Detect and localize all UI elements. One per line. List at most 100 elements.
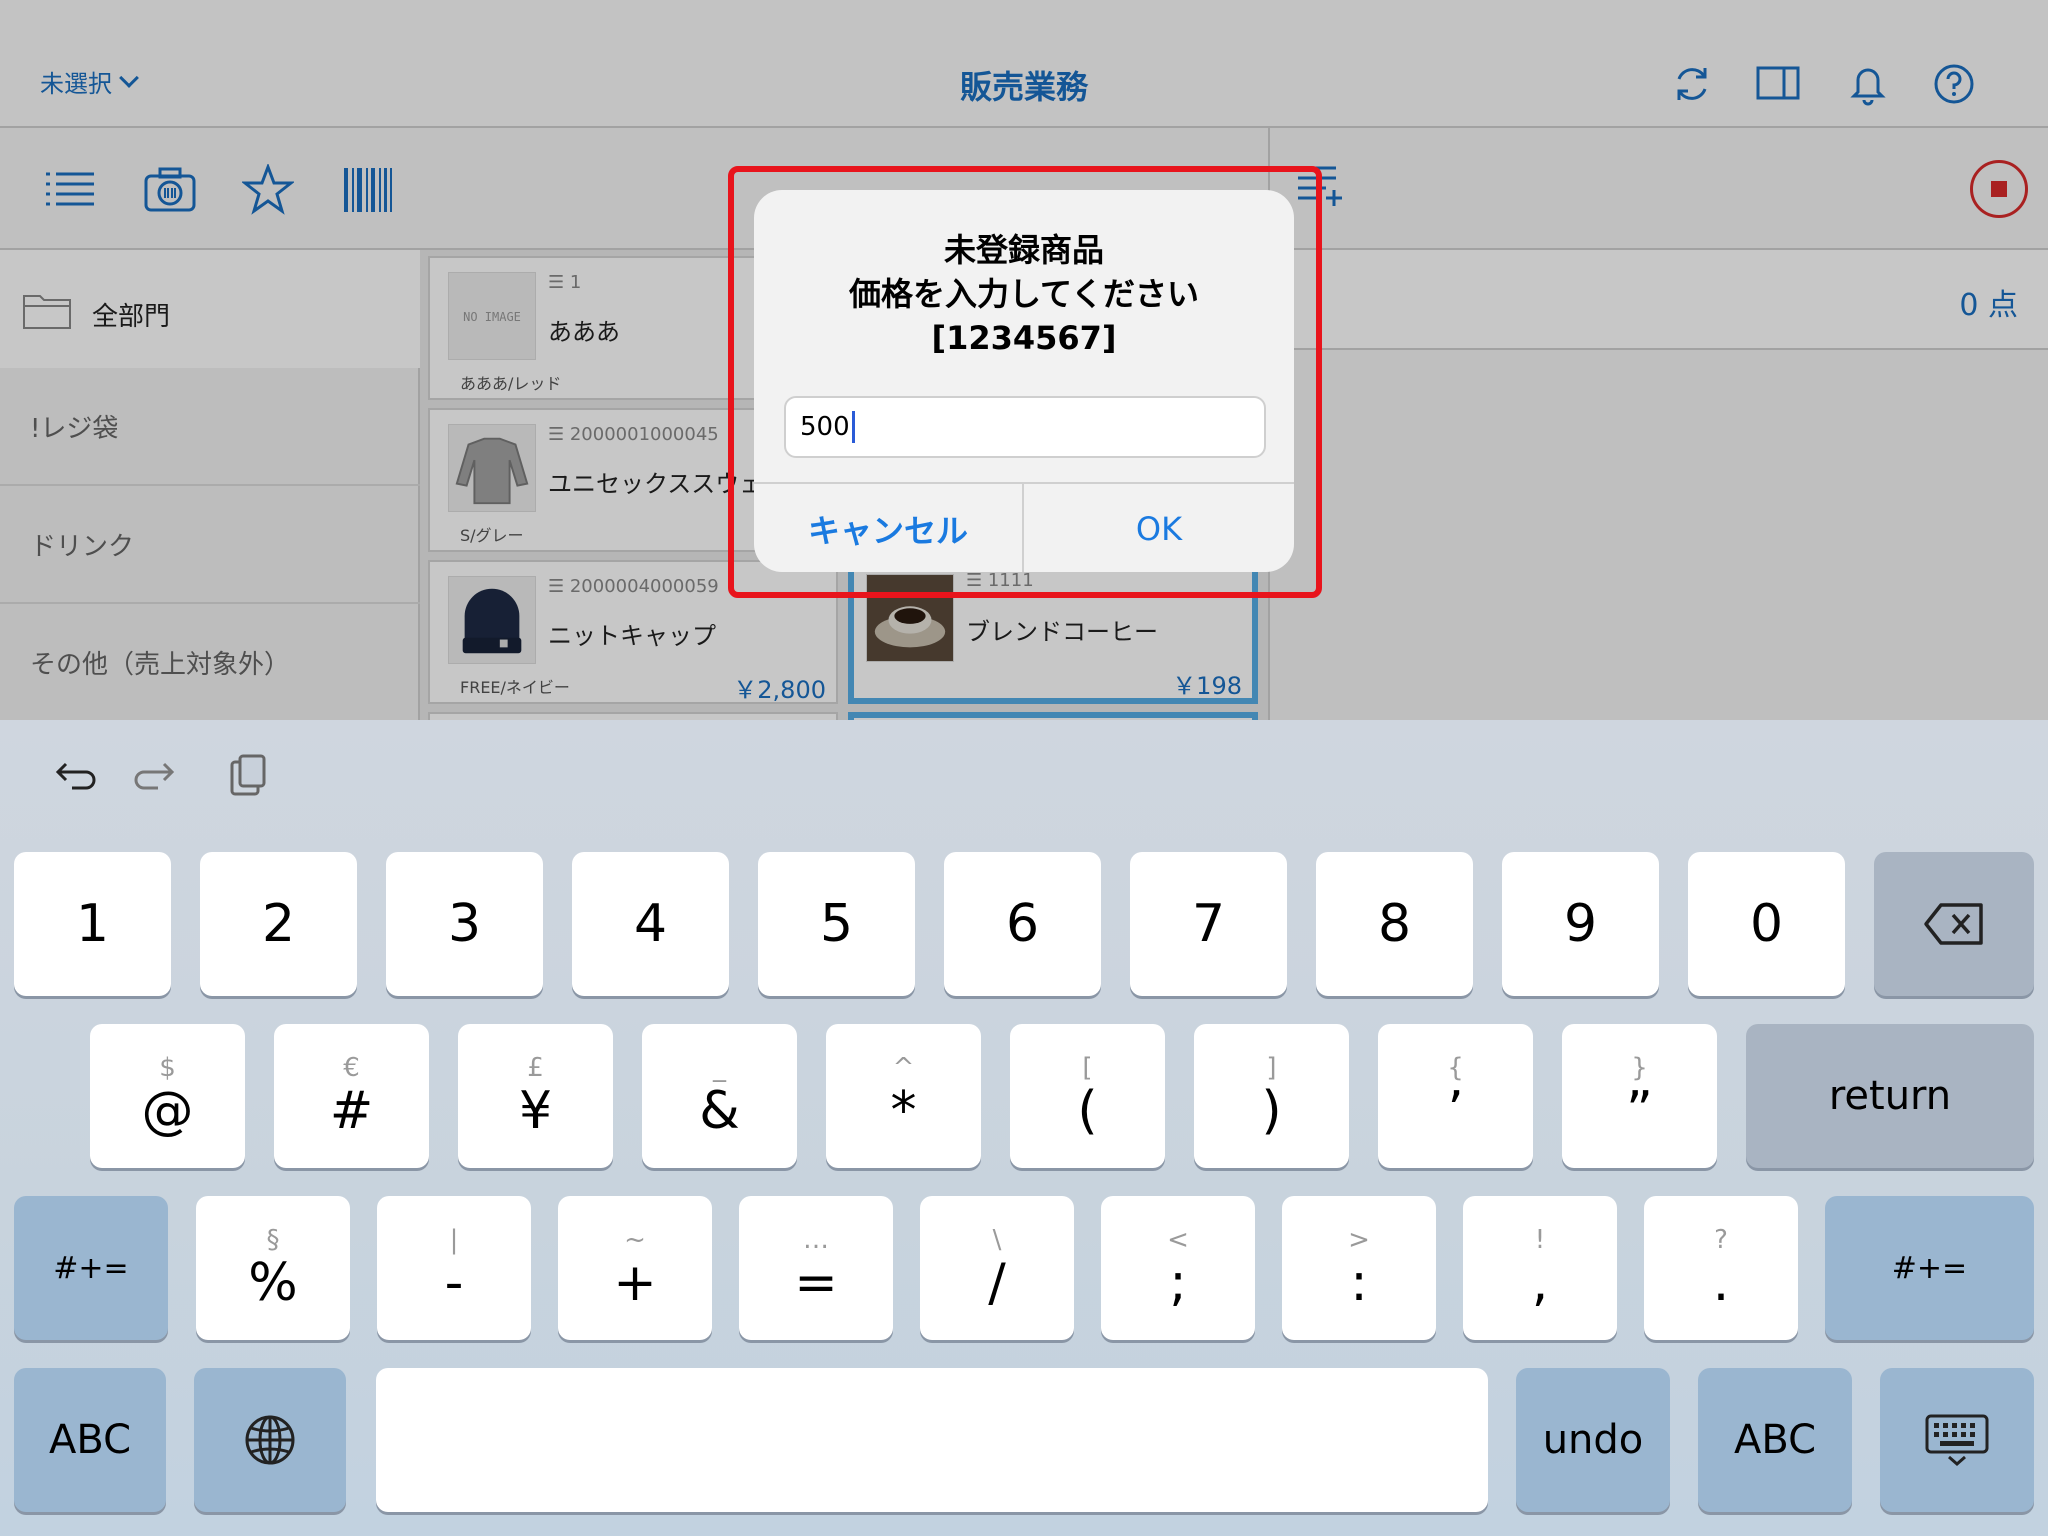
key-label: 1	[75, 894, 110, 954]
alert-title-line: 価格を入力してください	[848, 275, 1200, 313]
key-close-paren[interactable]: ])	[1194, 1024, 1349, 1168]
key-label: &	[699, 1081, 740, 1141]
key-comma[interactable]: !,	[1463, 1196, 1617, 1340]
key-label: 3	[447, 894, 482, 954]
key-label: ¥	[518, 1081, 553, 1141]
key-label: 9	[1563, 894, 1598, 954]
key-alt-label: $	[159, 1053, 176, 1083]
key-percent[interactable]: §%	[196, 1196, 350, 1340]
key-label: return	[1828, 1073, 1952, 1119]
key-label: #+=	[53, 1250, 129, 1286]
price-input[interactable]: 500	[784, 396, 1266, 458]
key-4[interactable]: 4	[572, 852, 729, 996]
key-alt-label: …	[803, 1225, 829, 1255]
symbols-key-left[interactable]: #+=	[14, 1196, 168, 1340]
key-minus[interactable]: | -	[377, 1196, 531, 1340]
key-5[interactable]: 5	[758, 852, 915, 996]
key-label: #	[329, 1081, 374, 1141]
undo-icon[interactable]	[46, 750, 96, 800]
globe-icon	[245, 1415, 295, 1465]
key-alt-label: {	[1447, 1053, 1464, 1083]
key-at[interactable]: $ @	[90, 1024, 245, 1168]
keyboard-dismiss-icon	[1925, 1414, 1989, 1466]
hide-keyboard-key[interactable]	[1880, 1368, 2034, 1512]
key-alt-label: £	[527, 1053, 544, 1083]
key-alt-label: ?	[1714, 1225, 1728, 1255]
key-hash[interactable]: € #	[274, 1024, 429, 1168]
key-label: 2	[261, 894, 296, 954]
key-alt-label: €	[343, 1053, 360, 1083]
key-6[interactable]: 6	[944, 852, 1101, 996]
abc-key-right[interactable]: ABC	[1698, 1368, 1852, 1512]
symbols-key-right[interactable]: #+=	[1825, 1196, 2034, 1340]
key-alt-label: \	[992, 1225, 1002, 1255]
key-open-paren[interactable]: [(	[1010, 1024, 1165, 1168]
key-label: ”	[1626, 1081, 1653, 1141]
ok-button[interactable]: OK	[1024, 484, 1294, 572]
key-label: 6	[1005, 894, 1040, 954]
key-alt-label: !	[1534, 1225, 1546, 1255]
cancel-button[interactable]: キャンセル	[754, 484, 1024, 572]
key-alt-label: >	[1348, 1225, 1370, 1255]
alert-title-line: 未登録商品	[943, 231, 1104, 269]
key-label: ABC	[48, 1417, 132, 1463]
backspace-icon	[1924, 903, 1983, 945]
key-alt-label: _	[713, 1053, 726, 1083]
key-label: =	[794, 1253, 838, 1313]
key-label: @	[141, 1081, 194, 1141]
key-label: ,	[1531, 1253, 1549, 1313]
key-label: ’	[1447, 1081, 1464, 1141]
key-apostrophe[interactable]: {’	[1378, 1024, 1533, 1168]
key-2[interactable]: 2	[200, 852, 357, 996]
alert-buttons: キャンセル OK	[754, 482, 1294, 572]
key-label: -	[444, 1253, 464, 1313]
key-alt-label: [	[1082, 1053, 1093, 1083]
key-3[interactable]: 3	[386, 852, 543, 996]
key-9[interactable]: 9	[1502, 852, 1659, 996]
key-colon[interactable]: >:	[1282, 1196, 1436, 1340]
key-alt-label: }	[1631, 1053, 1648, 1083]
key-label: ABC	[1733, 1417, 1817, 1463]
onscreen-keyboard: 1 2 3 4 5 6 7 8 9 0 $ @ € # £ ¥ _ & ^ * [( ])…	[0, 720, 2048, 1536]
key-label: 0	[1749, 894, 1784, 954]
key-label: /	[988, 1253, 1006, 1313]
undo-key[interactable]: undo	[1516, 1368, 1670, 1512]
key-yen[interactable]: £ ¥	[458, 1024, 613, 1168]
redo-icon[interactable]	[134, 750, 184, 800]
key-label: ;	[1169, 1253, 1187, 1313]
price-input-alert: 未登録商品 価格を入力してください [1234567] 500 キャンセル OK	[754, 190, 1294, 572]
space-key[interactable]	[376, 1368, 1488, 1512]
backspace-key[interactable]	[1874, 852, 2034, 996]
key-label: undo	[1542, 1417, 1644, 1463]
key-label: .	[1712, 1253, 1730, 1313]
key-label: 5	[819, 894, 854, 954]
return-key[interactable]: return	[1746, 1024, 2034, 1168]
key-slash[interactable]: \ /	[920, 1196, 1074, 1340]
key-label: #+=	[1891, 1250, 1968, 1286]
paste-icon[interactable]	[222, 750, 272, 800]
key-label: (	[1077, 1081, 1098, 1141]
key-semicolon[interactable]: <;	[1101, 1196, 1255, 1340]
key-label: +	[613, 1253, 657, 1313]
key-plus[interactable]: ~ +	[558, 1196, 712, 1340]
globe-key[interactable]	[194, 1368, 346, 1512]
key-label: 7	[1191, 894, 1226, 954]
abc-key-left[interactable]: ABC	[14, 1368, 166, 1512]
key-alt-label: ~	[624, 1225, 646, 1255]
key-8[interactable]: 8	[1316, 852, 1473, 996]
key-label: 8	[1377, 894, 1412, 954]
key-asterisk[interactable]: ^ *	[826, 1024, 981, 1168]
key-ampersand[interactable]: _ &	[642, 1024, 797, 1168]
key-alt-label: ]	[1266, 1053, 1277, 1083]
price-input-value: 500	[800, 412, 850, 442]
key-7[interactable]: 7	[1130, 852, 1287, 996]
key-equals[interactable]: … =	[739, 1196, 893, 1340]
key-quote[interactable]: }”	[1562, 1024, 1717, 1168]
key-0[interactable]: 0	[1688, 852, 1845, 996]
key-period[interactable]: ?.	[1644, 1196, 1798, 1340]
key-1[interactable]: 1	[14, 852, 171, 996]
text-cursor	[851, 411, 855, 443]
key-label: 4	[633, 894, 668, 954]
key-label: :	[1350, 1253, 1368, 1313]
key-label: %	[248, 1253, 298, 1313]
